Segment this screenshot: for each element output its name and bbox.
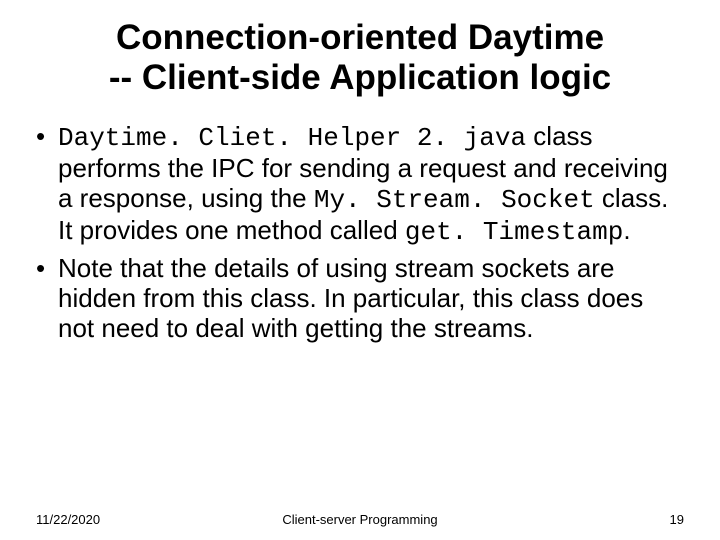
slide: Connection-oriented Daytime -- Client-si… [0, 0, 720, 540]
slide-title: Connection-oriented Daytime -- Client-si… [60, 18, 660, 99]
title-line-1: Connection-oriented Daytime [116, 18, 604, 57]
text-segment: . [623, 215, 630, 245]
footer-page-number: 19 [670, 512, 684, 527]
code-segment: Daytime. Cliet. Helper 2. java [58, 123, 526, 153]
slide-body: Daytime. Cliet. Helper 2. java class per… [36, 121, 684, 344]
bullet-list: Daytime. Cliet. Helper 2. java class per… [36, 121, 684, 344]
bullet-item-2: Note that the details of using stream so… [58, 253, 684, 343]
code-segment: get. Timestamp [405, 217, 623, 247]
code-segment: My. Stream. Socket [314, 185, 595, 215]
title-line-2: -- Client-side Application logic [109, 58, 611, 97]
bullet-item-1: Daytime. Cliet. Helper 2. java class per… [58, 121, 684, 248]
footer-title: Client-server Programming [0, 512, 720, 527]
